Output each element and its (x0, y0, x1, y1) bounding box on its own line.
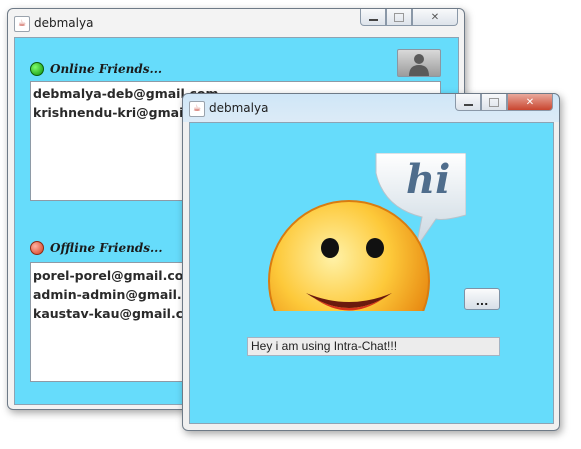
main-window-title: debmalya (34, 16, 94, 30)
chat-window: ☕ debmalya ✕ hi ... Hey i am using Intra… (182, 93, 560, 431)
browse-picture-button[interactable]: ... (464, 288, 500, 310)
user-silhouette-icon (409, 54, 429, 76)
online-status-icon (30, 62, 44, 76)
java-cup-icon: ☕ (189, 101, 205, 117)
minimize-icon (463, 103, 473, 106)
chat-window-controls: ✕ (455, 94, 553, 112)
maximize-icon (489, 97, 499, 107)
main-window-controls: ✕ (360, 9, 458, 27)
smiley-hi-icon: hi (268, 153, 466, 311)
svg-text:hi: hi (406, 156, 450, 203)
close-button[interactable]: ✕ (507, 94, 553, 111)
status-message-field[interactable]: Hey i am using Intra-Chat!!! (247, 337, 500, 356)
offline-friends-label: Offline Friends... (50, 241, 163, 255)
minimize-icon (368, 18, 378, 21)
chat-window-panel: hi ... Hey i am using Intra-Chat!!! (189, 122, 554, 424)
main-window-titlebar[interactable]: ☕ debmalya ✕ (8, 9, 464, 37)
online-friends-header: Online Friends... (30, 62, 162, 76)
browse-button-label: ... (475, 295, 489, 308)
avatar-button[interactable] (397, 49, 441, 77)
java-cup-icon: ☕ (14, 16, 30, 32)
close-icon: ✕ (525, 96, 535, 108)
chat-window-title: debmalya (209, 101, 269, 115)
offline-status-icon (30, 241, 44, 255)
chat-window-titlebar[interactable]: ☕ debmalya ✕ (183, 94, 559, 122)
minimize-button[interactable] (455, 94, 481, 111)
close-icon: ✕ (430, 11, 440, 23)
maximize-button[interactable] (481, 94, 507, 111)
close-button[interactable]: ✕ (412, 9, 458, 26)
online-friends-label: Online Friends... (50, 62, 163, 76)
maximize-button[interactable] (386, 9, 412, 26)
offline-friends-header: Offline Friends... (30, 241, 163, 255)
maximize-icon (394, 12, 404, 22)
minimize-button[interactable] (360, 9, 386, 26)
